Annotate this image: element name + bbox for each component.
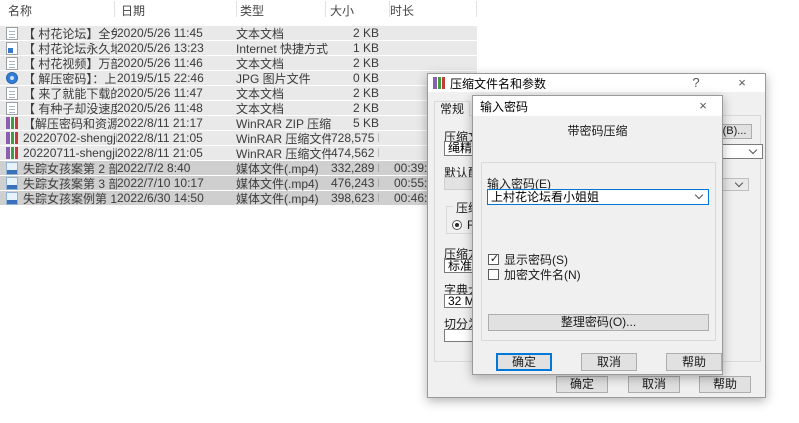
chevron-down-icon [735, 178, 743, 186]
jpg-image-icon [6, 72, 18, 84]
file-date: 2022/8/11 21:17 [117, 116, 236, 130]
file-name: 20220711-shengji... [23, 146, 117, 160]
file-rows: 【 村花论坛】全免... 2020/5/26 11:45 文本文档 2 KB 【… [0, 26, 477, 206]
file-date: 2022/8/11 21:05 [117, 146, 236, 160]
file-date: 2022/6/30 14:50 [117, 191, 236, 205]
organize-passwords-button[interactable]: 整理密码(O)... [488, 314, 709, 331]
column-header-duration[interactable]: 时长 [390, 2, 414, 19]
ok-button[interactable]: 确定 [496, 353, 552, 371]
file-date: 2020/5/26 11:47 [117, 86, 236, 100]
column-divider[interactable] [325, 1, 326, 17]
file-date: 2020/5/26 13:23 [117, 41, 236, 55]
text-file-icon [6, 57, 18, 70]
password-dialog-title: 输入密码 [480, 98, 528, 115]
file-list: 名称 日期 类型 大小 时长 【 村花论坛】全免... 2020/5/26 11… [0, 0, 480, 220]
file-size: 1 KB [331, 41, 379, 55]
file-size: 474,562 KB [331, 146, 379, 160]
method-value: 标准 [448, 259, 472, 273]
winrar-app-icon [433, 77, 445, 89]
help-button[interactable]: 帮助 [666, 353, 722, 371]
file-name: 失踪女孩案例第 1 ... [23, 190, 117, 207]
file-name: 【解压密码和资源... [23, 115, 117, 132]
file-size: 398,623 KB [331, 191, 379, 205]
table-row[interactable]: 20220702-shengji... 2022/8/11 21:05 WinR… [0, 131, 477, 145]
password-banner: 带密码压缩 [473, 122, 722, 139]
file-size: 5 KB [331, 116, 379, 130]
file-type: 媒体文件(.mp4) [236, 190, 331, 207]
file-date: 2022/7/2 8:40 [117, 161, 236, 175]
cancel-button[interactable]: 取消 [581, 353, 637, 371]
help-icon[interactable]: ? [685, 74, 707, 92]
table-row[interactable]: 【 村花视频】万部... 2020/5/26 11:46 文本文档 2 KB [0, 56, 477, 70]
file-size: 332,289 KB [331, 161, 379, 175]
encrypt-names-checkbox[interactable]: 加密文件名(N) [488, 266, 581, 283]
file-size: 476,243 KB [331, 176, 379, 190]
table-row[interactable]: 【 有种子却没速度... 2020/5/26 11:48 文本文档 2 KB [0, 101, 477, 115]
list-header: 名称 日期 类型 大小 时长 [0, 0, 480, 18]
text-file-icon [6, 27, 18, 40]
close-icon[interactable]: × [692, 96, 714, 116]
media-file-icon [6, 177, 18, 190]
archive-dialog-title: 压缩文件名和参数 [450, 75, 546, 92]
tab-general[interactable]: 常规 [434, 101, 470, 116]
table-row[interactable]: 【 来了就能下载的... 2020/5/26 11:47 文本文档 2 KB [0, 86, 477, 100]
archive-dialog-titlebar[interactable]: 压缩文件名和参数 ? × [428, 74, 765, 92]
password-dialog-titlebar[interactable]: 输入密码 × [473, 96, 722, 116]
winrar-archive-icon [6, 147, 18, 159]
close-icon[interactable]: × [731, 74, 753, 92]
text-file-icon [6, 102, 18, 115]
winrar-archive-icon [6, 132, 18, 144]
file-name: 20220702-shengji... [23, 131, 117, 145]
ok-button[interactable]: 确定 [556, 376, 608, 393]
column-header-type[interactable]: 类型 [240, 2, 264, 19]
chevron-down-icon [695, 191, 703, 199]
column-divider[interactable] [114, 1, 115, 17]
file-size: 2 KB [331, 86, 379, 100]
table-row[interactable]: 【 村花论坛】全免... 2020/5/26 11:45 文本文档 2 KB [0, 26, 477, 40]
file-date: 2020/5/26 11:45 [117, 26, 236, 40]
table-row[interactable]: 【 村花论坛永久地... 2020/5/26 13:23 Internet 快捷… [0, 41, 477, 55]
file-date: 2020/5/26 11:46 [117, 56, 236, 70]
file-date: 2020/5/26 11:48 [117, 101, 236, 115]
column-header-date[interactable]: 日期 [121, 2, 145, 19]
media-file-icon [6, 162, 18, 175]
file-date: 2022/7/10 10:17 [117, 176, 236, 190]
table-row-selected[interactable]: 失踪女孩案第 2 部... 2022/7/2 8:40 媒体文件(.mp4) 3… [0, 161, 477, 175]
file-size: 728,575 KB [331, 131, 379, 145]
password-input[interactable]: 上村花论坛看小姐姐 [487, 189, 709, 205]
password-dialog: 输入密码 × 带密码压缩 输入密码(E) 上村花论坛看小姐姐 ✓ 显示密码(S)… [472, 95, 723, 375]
password-value: 上村花论坛看小姐姐 [491, 190, 599, 204]
table-row[interactable]: 20220711-shengji... 2022/8/11 21:05 WinR… [0, 146, 477, 160]
file-size: 2 KB [331, 56, 379, 70]
file-date: 2019/5/15 22:46 [117, 71, 236, 85]
file-size: 0 KB [331, 71, 379, 85]
checkbox-checked-icon: ✓ [488, 254, 499, 265]
column-divider[interactable] [476, 1, 477, 17]
table-row[interactable]: 【 解压密码】：上... 2019/5/15 22:46 JPG 图片文件 0 … [0, 71, 477, 85]
file-date: 2022/8/11 21:05 [117, 131, 236, 145]
table-row-selected[interactable]: 失踪女孩案第 3 部... 2022/7/10 10:17 媒体文件(.mp4)… [0, 176, 477, 190]
checkbox-unchecked-icon [488, 269, 499, 280]
winrar-archive-icon [6, 117, 18, 129]
text-file-icon [6, 87, 18, 100]
table-row[interactable]: 【解压密码和资源... 2022/8/11 21:17 WinRAR ZIP 压… [0, 116, 477, 130]
file-size: 2 KB [331, 26, 379, 40]
internet-shortcut-icon [6, 42, 18, 55]
help-button[interactable]: 帮助 [699, 376, 751, 393]
radio-selected-icon [452, 220, 462, 230]
column-divider[interactable] [236, 1, 237, 17]
media-file-icon [6, 192, 18, 205]
chevron-down-icon [749, 145, 757, 153]
column-header-size[interactable]: 大小 [330, 2, 354, 19]
file-size: 2 KB [331, 101, 379, 115]
table-row-selected[interactable]: 失踪女孩案例第 1 ... 2022/6/30 14:50 媒体文件(.mp4)… [0, 191, 477, 205]
column-header-name[interactable]: 名称 [8, 2, 32, 19]
column-divider[interactable] [389, 1, 390, 17]
encrypt-names-label: 加密文件名(N) [504, 266, 581, 283]
cancel-button[interactable]: 取消 [628, 376, 680, 393]
